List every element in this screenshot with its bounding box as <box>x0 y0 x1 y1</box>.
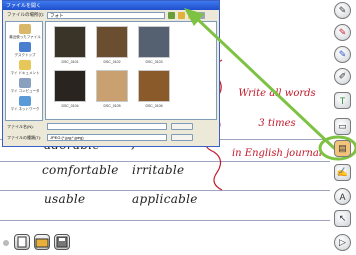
documents-icon <box>19 60 31 70</box>
place-documents[interactable]: マイ ドキュメント <box>8 60 42 76</box>
thumbnail-2[interactable] <box>96 26 128 58</box>
ruled-line <box>0 220 330 221</box>
new-page-button[interactable] <box>14 234 30 250</box>
save-button[interactable] <box>54 234 70 250</box>
thumbnail-caption: DSC_0102 <box>103 60 121 64</box>
computer-icon <box>19 78 31 88</box>
open-folder-icon <box>35 238 49 248</box>
thumbnail-4[interactable] <box>54 70 86 102</box>
tool-rail: ✎ ✎ ✎ ✐ T ▭ ▤ ✍ A ↖ ▷ <box>332 0 354 255</box>
thumbnail-1[interactable] <box>54 26 86 58</box>
places-bar: 最近使ったファイル デスクトップ マイ ドキュメント マイ コンピュータ マイ … <box>5 21 43 121</box>
look-in-select[interactable]: フォト <box>47 11 165 19</box>
image-tool-icon[interactable]: ▤ <box>334 140 351 157</box>
open-folder-button[interactable] <box>34 234 50 250</box>
file-type-label: ファイルの種類(T): <box>7 134 42 140</box>
word-comfortable: comfortable <box>42 163 119 177</box>
pencil-icon[interactable]: ✐ <box>334 68 351 85</box>
network-icon <box>19 96 31 106</box>
place-network[interactable]: マイ ネットワーク <box>8 96 42 112</box>
pen-icon[interactable]: ✎ <box>334 2 351 19</box>
letter-a-icon[interactable]: A <box>334 188 351 205</box>
red-pen-icon[interactable]: ✎ <box>334 24 351 41</box>
next-page-icon[interactable]: ▷ <box>334 234 351 251</box>
dialog-title: ファイルを開く <box>6 3 42 9</box>
pointer-icon[interactable]: ↖ <box>334 210 351 227</box>
word-applicable: applicable <box>132 192 198 206</box>
thumbnail-caption: DSC_0106 <box>145 104 163 108</box>
thumbnail-caption: DSC_0104 <box>61 104 79 108</box>
highlighter-icon[interactable]: ▭ <box>334 118 351 135</box>
marker-icon[interactable]: ✍ <box>334 164 351 181</box>
thumbnail-caption: DSC_0105 <box>103 104 121 108</box>
thumbnail-3[interactable] <box>138 26 170 58</box>
text-icon[interactable]: T <box>334 92 351 109</box>
thumbnail-caption: DSC_0103 <box>145 60 163 64</box>
thumbnail-caption: DSC_0101 <box>61 60 79 64</box>
place-computer[interactable]: マイ コンピュータ <box>8 78 42 94</box>
look-in-label: ファイルの場所(I): <box>7 12 44 17</box>
place-desktop[interactable]: デスクトップ <box>8 42 42 58</box>
file-name-label: ファイル名(N): <box>7 123 34 129</box>
thumbnail-6[interactable] <box>138 70 170 102</box>
file-type-select[interactable]: JPEG (*.jpg;*.jpeg) <box>47 134 167 141</box>
thumbnail-5[interactable] <box>96 70 128 102</box>
word-usable: usable <box>44 192 86 206</box>
page-indicator <box>3 240 9 246</box>
place-recent[interactable]: 最近使ったファイル <box>8 24 42 40</box>
new-page-icon <box>17 236 27 248</box>
save-icon <box>56 236 68 248</box>
blue-pen-icon[interactable]: ✎ <box>334 46 351 63</box>
desktop-icon <box>19 42 31 52</box>
callout-arrow <box>184 8 356 161</box>
file-name-input[interactable] <box>47 123 167 130</box>
recent-icon <box>19 24 31 34</box>
